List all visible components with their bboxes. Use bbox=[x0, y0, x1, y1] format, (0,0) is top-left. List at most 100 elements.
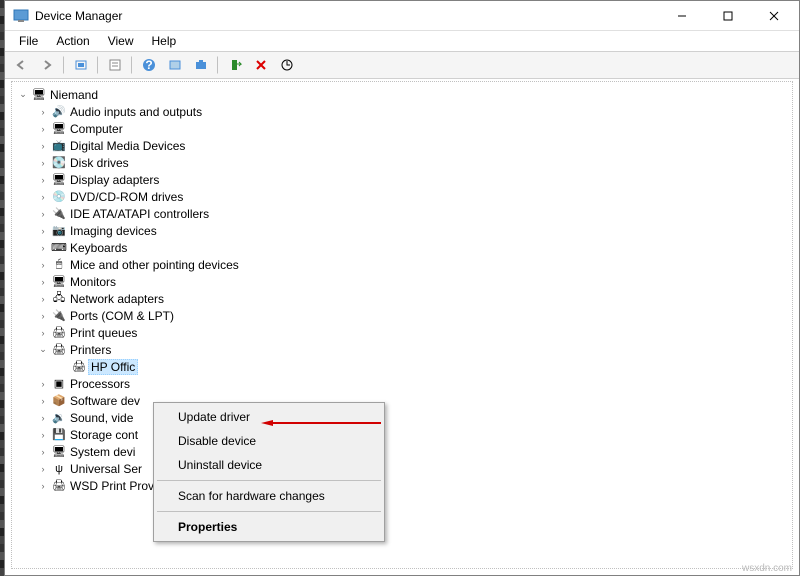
caret-right-icon[interactable]: › bbox=[36, 462, 50, 476]
enable-button[interactable] bbox=[223, 54, 247, 76]
tree-node[interactable]: ›🖨Print queues bbox=[12, 324, 792, 341]
tree-node[interactable]: ›🖥System devi bbox=[12, 443, 792, 460]
tree-node[interactable]: ›ψUniversal Ser bbox=[12, 460, 792, 477]
tree-node[interactable]: ›📦Software dev bbox=[12, 392, 792, 409]
caret-right-icon[interactable]: › bbox=[36, 445, 50, 459]
caret-right-icon[interactable]: › bbox=[36, 105, 50, 119]
keyboard-icon: ⌨ bbox=[50, 240, 68, 256]
nav-forward-button[interactable] bbox=[35, 54, 59, 76]
tree-node[interactable]: ›📺Digital Media Devices bbox=[12, 137, 792, 154]
caret-right-icon[interactable]: › bbox=[36, 207, 50, 221]
computer-icon: 🖥 bbox=[50, 121, 68, 137]
tree-node-label: Software dev bbox=[68, 394, 142, 408]
caret-right-icon[interactable]: › bbox=[36, 479, 50, 493]
uninstall-button[interactable] bbox=[249, 54, 273, 76]
context-menu-item[interactable]: Update driver bbox=[156, 405, 382, 429]
tree-node[interactable]: ⌄🖥Niemand bbox=[12, 86, 792, 103]
tree-node-label: Computer bbox=[68, 122, 125, 136]
context-menu-item[interactable]: Scan for hardware changes bbox=[156, 484, 382, 508]
menubar: File Action View Help bbox=[5, 31, 799, 51]
caret-right-icon[interactable]: › bbox=[36, 122, 50, 136]
watermark: wsxdn.com bbox=[742, 563, 792, 574]
caret-right-icon[interactable]: › bbox=[36, 377, 50, 391]
properties-button[interactable] bbox=[103, 54, 127, 76]
imaging-icon: 📷 bbox=[50, 223, 68, 239]
printer-icon: 🖨 bbox=[50, 478, 68, 494]
tree-node[interactable]: ⌄🖨Printers bbox=[12, 341, 792, 358]
monitor-icon: 🖥 bbox=[50, 274, 68, 290]
tree-node[interactable]: ›🖨WSD Print Provider bbox=[12, 477, 792, 494]
close-button[interactable] bbox=[751, 1, 797, 31]
context-menu-item[interactable]: Disable device bbox=[156, 429, 382, 453]
tree-node[interactable]: ›💽Disk drives bbox=[12, 154, 792, 171]
caret-right-icon[interactable]: › bbox=[36, 428, 50, 442]
tree-node[interactable]: ›🖥Computer bbox=[12, 120, 792, 137]
tree-node[interactable]: ›▣Processors bbox=[12, 375, 792, 392]
scan-hardware-button[interactable] bbox=[189, 54, 213, 76]
tree-node-label: Imaging devices bbox=[68, 224, 159, 238]
titlebar[interactable]: Device Manager bbox=[5, 1, 799, 31]
tree-node-label: Printers bbox=[68, 343, 113, 357]
tree-node[interactable]: 🖨HP Offic bbox=[12, 358, 792, 375]
nav-back-button[interactable] bbox=[9, 54, 33, 76]
menu-action[interactable]: Action bbox=[48, 32, 97, 50]
ide-icon: 🔌 bbox=[50, 206, 68, 222]
caret-right-icon[interactable]: › bbox=[36, 394, 50, 408]
tree-node[interactable]: ›🔊Audio inputs and outputs bbox=[12, 103, 792, 120]
tree-node[interactable]: ›🖥Display adapters bbox=[12, 171, 792, 188]
cd-icon: 💿 bbox=[50, 189, 68, 205]
update-button[interactable] bbox=[275, 54, 299, 76]
tree-node[interactable]: ›🖱Mice and other pointing devices bbox=[12, 256, 792, 273]
tree-node-label: System devi bbox=[68, 445, 137, 459]
maximize-button[interactable] bbox=[705, 1, 751, 31]
tree-node-label: DVD/CD-ROM drives bbox=[68, 190, 185, 204]
toolbar: ? bbox=[5, 51, 799, 79]
audio-icon: 🔊 bbox=[50, 104, 68, 120]
context-menu-item[interactable]: Properties bbox=[156, 515, 382, 539]
tree-node[interactable]: ›💿DVD/CD-ROM drives bbox=[12, 188, 792, 205]
caret-right-icon[interactable]: › bbox=[36, 411, 50, 425]
tree-node-label: Disk drives bbox=[68, 156, 131, 170]
tree-node-label: Universal Ser bbox=[68, 462, 144, 476]
show-hidden-button[interactable] bbox=[69, 54, 93, 76]
tree-node[interactable]: ›📷Imaging devices bbox=[12, 222, 792, 239]
usb-icon: ψ bbox=[50, 461, 68, 477]
tree-node[interactable]: ›💾Storage cont bbox=[12, 426, 792, 443]
menu-file[interactable]: File bbox=[11, 32, 46, 50]
caret-right-icon[interactable]: › bbox=[36, 224, 50, 238]
caret-right-icon[interactable]: › bbox=[36, 292, 50, 306]
menu-view[interactable]: View bbox=[100, 32, 142, 50]
help-button[interactable]: ? bbox=[137, 54, 161, 76]
tree-node-label: Digital Media Devices bbox=[68, 139, 187, 153]
tree-node[interactable]: ›⌨Keyboards bbox=[12, 239, 792, 256]
context-menu-item[interactable]: Uninstall device bbox=[156, 453, 382, 477]
menu-help[interactable]: Help bbox=[144, 32, 185, 50]
minimize-button[interactable] bbox=[659, 1, 705, 31]
caret-right-icon[interactable]: › bbox=[36, 139, 50, 153]
caret-right-icon[interactable]: › bbox=[36, 258, 50, 272]
caret-right-icon[interactable]: › bbox=[36, 190, 50, 204]
toolbar-separator bbox=[217, 56, 219, 74]
caret-right-icon[interactable]: › bbox=[36, 173, 50, 187]
tree-node[interactable]: ›🖧Network adapters bbox=[12, 290, 792, 307]
tree-node[interactable]: ›🔌Ports (COM & LPT) bbox=[12, 307, 792, 324]
device-manager-window: Device Manager File Action View Help ? ⌄… bbox=[4, 0, 800, 576]
action-button[interactable] bbox=[163, 54, 187, 76]
toolbar-separator bbox=[131, 56, 133, 74]
caret-right-icon[interactable]: › bbox=[36, 326, 50, 340]
tree-node-label: Audio inputs and outputs bbox=[68, 105, 204, 119]
tree-node-label: Niemand bbox=[48, 88, 100, 102]
caret-right-icon[interactable]: › bbox=[36, 275, 50, 289]
caret-down-icon[interactable]: ⌄ bbox=[36, 343, 50, 357]
tree-node[interactable]: ›🔌IDE ATA/ATAPI controllers bbox=[12, 205, 792, 222]
caret-right-icon[interactable]: › bbox=[36, 156, 50, 170]
tree-node[interactable]: ›🖥Monitors bbox=[12, 273, 792, 290]
caret-down-icon[interactable]: ⌄ bbox=[16, 88, 30, 102]
system-icon: 🖥 bbox=[50, 444, 68, 460]
caret-right-icon[interactable]: › bbox=[36, 309, 50, 323]
tree-node[interactable]: ›🔉Sound, vide bbox=[12, 409, 792, 426]
context-menu-separator bbox=[157, 480, 381, 481]
caret-right-icon[interactable]: › bbox=[36, 241, 50, 255]
tree-node-label: Mice and other pointing devices bbox=[68, 258, 241, 272]
device-tree-panel[interactable]: ⌄🖥Niemand›🔊Audio inputs and outputs›🖥Com… bbox=[11, 81, 793, 569]
